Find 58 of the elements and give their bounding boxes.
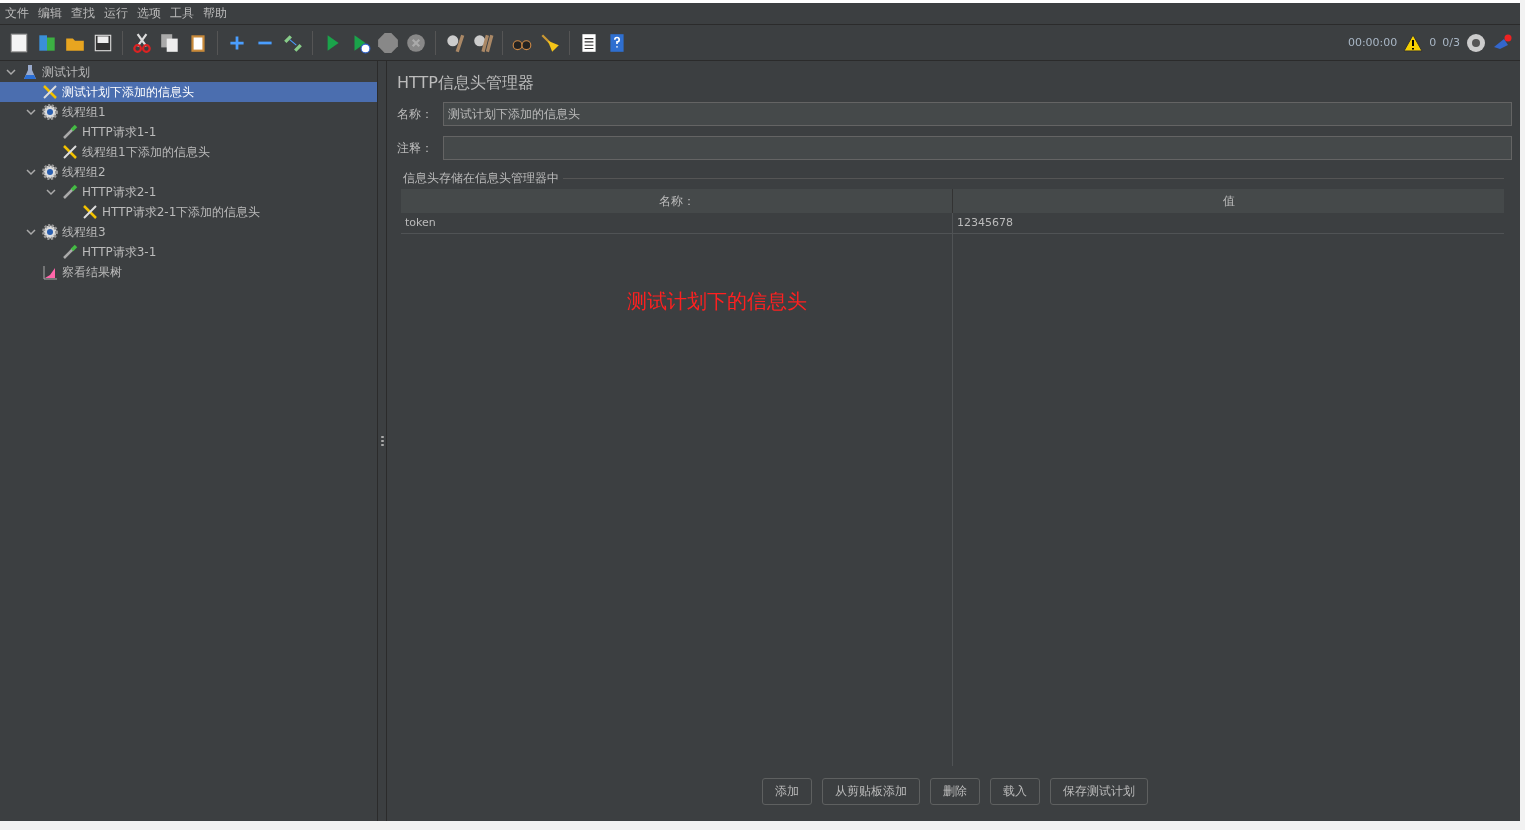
chevron-icon[interactable] — [26, 227, 36, 237]
menu-item[interactable]: 运行 — [104, 5, 128, 22]
action-button[interactable]: 添加 — [761, 778, 812, 805]
column-header[interactable]: 名称： — [401, 189, 953, 213]
warning-count: 0 — [1429, 36, 1437, 49]
tools-icon — [62, 144, 78, 160]
menu-item[interactable]: 帮助 — [203, 5, 227, 22]
group-title: 信息头存储在信息头管理器中 — [403, 170, 559, 187]
cut-icon[interactable] — [131, 31, 153, 54]
tree-item[interactable]: HTTP请求3-1 — [0, 242, 377, 262]
table-cell: token — [401, 213, 953, 234]
gear-icon — [42, 104, 58, 120]
flask-icon — [22, 64, 38, 80]
menu-item[interactable]: 文件 — [5, 5, 29, 22]
shutdown-icon[interactable] — [405, 31, 427, 54]
tree-item[interactable]: 线程组1 — [0, 102, 377, 122]
warning-icon[interactable] — [1403, 32, 1424, 53]
gear-icon — [42, 164, 58, 180]
table-cell: 12345678 — [953, 213, 1504, 234]
stop-icon[interactable] — [377, 31, 399, 54]
gear-icon — [42, 224, 58, 240]
chevron-icon[interactable] — [26, 107, 36, 117]
annotation-text: 测试计划下的信息头 — [626, 288, 807, 315]
action-button[interactable]: 保存测试计划 — [1049, 778, 1148, 805]
tree-item[interactable]: HTTP请求2-1 — [0, 182, 377, 202]
chevron-icon[interactable] — [6, 67, 16, 77]
panel-title: HTTP信息头管理器 — [397, 72, 535, 94]
tools-icon — [82, 204, 98, 220]
name-field[interactable]: 测试计划下添加的信息头 — [443, 102, 1512, 126]
tree-item[interactable]: 测试计划下添加的信息头 — [0, 82, 377, 102]
action-button[interactable]: 从剪贴板添加 — [821, 778, 920, 805]
action-button[interactable]: 删除 — [929, 778, 980, 805]
tree-item[interactable]: 线程组2 — [0, 162, 377, 182]
name-label: 名称： — [397, 105, 434, 123]
menu-item[interactable]: 选项 — [137, 5, 161, 22]
comment-field[interactable] — [443, 136, 1512, 160]
menu-item[interactable]: 编辑 — [38, 5, 62, 22]
elapsed-time: 00:00:00 — [1347, 36, 1398, 49]
comment-label: 注释： — [397, 139, 434, 157]
action-button[interactable]: 载入 — [989, 778, 1040, 805]
tree-item[interactable]: HTTP请求2-1下添加的信息头 — [0, 202, 377, 222]
tree-item[interactable]: HTTP请求1-1 — [0, 122, 377, 142]
column-header[interactable]: 值 — [953, 189, 1504, 213]
pipette-icon — [62, 244, 78, 260]
menu-item[interactable]: 工具 — [170, 5, 194, 22]
splitter-handle[interactable] — [380, 435, 384, 447]
tools-icon — [42, 84, 58, 100]
copy-icon[interactable] — [159, 31, 181, 54]
tree-item[interactable]: 察看结果树 — [0, 262, 377, 282]
active-threads: 0/3 — [1442, 36, 1460, 49]
pipette-icon — [62, 184, 78, 200]
chart-icon — [42, 264, 58, 280]
menu-item[interactable]: 查找 — [71, 5, 95, 22]
tree-item[interactable]: 线程组1下添加的信息头 — [0, 142, 377, 162]
pipette-icon — [62, 124, 78, 140]
tree-item[interactable]: 线程组3 — [0, 222, 377, 242]
tree-item[interactable]: 测试计划 — [0, 62, 377, 82]
new-file-icon[interactable] — [8, 31, 30, 54]
